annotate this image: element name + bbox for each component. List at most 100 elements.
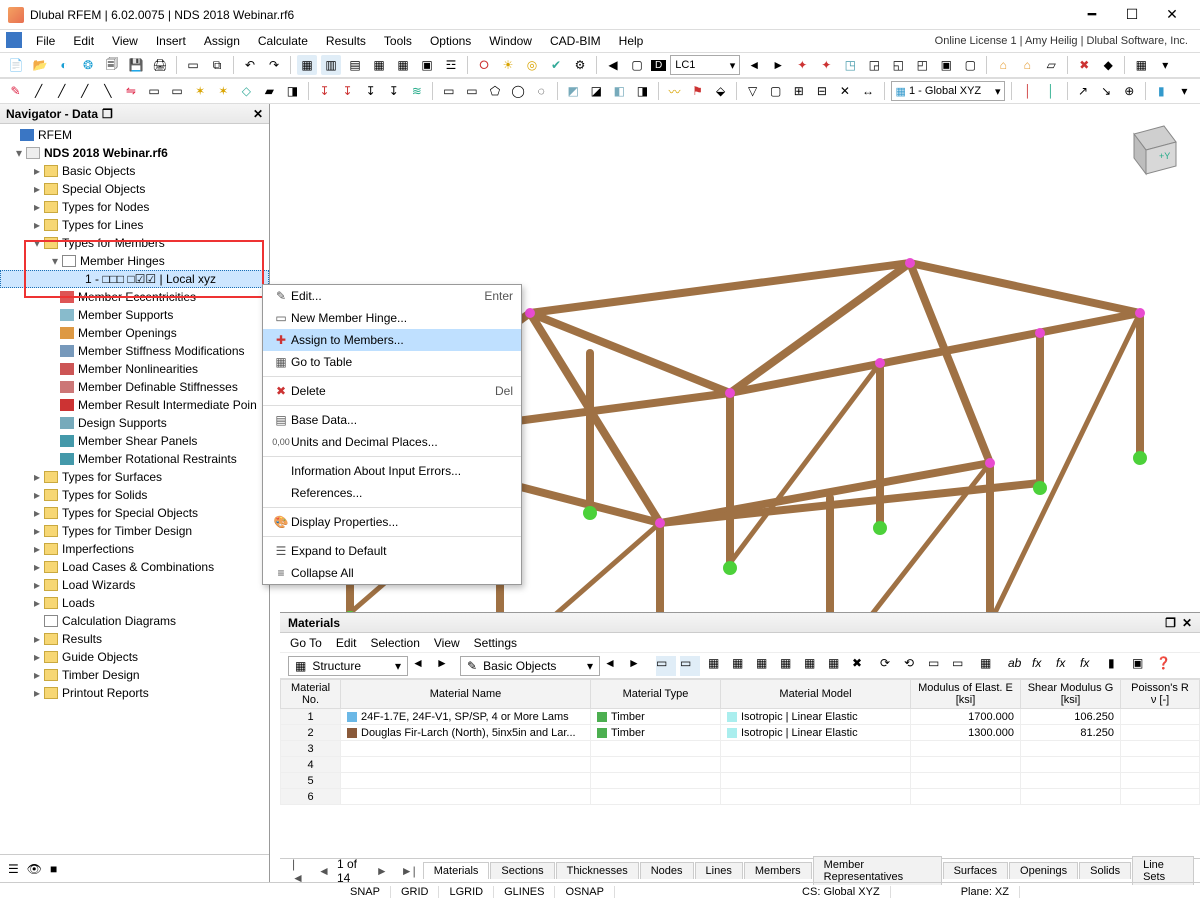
- tool-k-icon[interactable]: ▭: [952, 656, 972, 676]
- line4-icon[interactable]: ╲: [98, 81, 117, 101]
- line-icon[interactable]: ╱: [29, 81, 48, 101]
- dim-icon[interactable]: ↔: [859, 81, 878, 101]
- load-d-icon[interactable]: ↧: [384, 81, 403, 101]
- frame-a-icon[interactable]: ⌂: [993, 55, 1013, 75]
- gem-icon[interactable]: ◇: [237, 81, 256, 101]
- sel-poly-icon[interactable]: ⬠: [485, 81, 504, 101]
- extra-a-icon[interactable]: ▦: [1131, 55, 1151, 75]
- tree-folder[interactable]: ▸Guide Objects: [0, 648, 269, 666]
- nav-view-icon[interactable]: 👁: [27, 862, 42, 876]
- tree-folder[interactable]: ▸Printout Reports: [0, 684, 269, 702]
- tree-folder[interactable]: ▸Load Wizards: [0, 576, 269, 594]
- tab-lines[interactable]: Lines: [695, 862, 743, 879]
- tab-surfaces[interactable]: Surfaces: [943, 862, 1008, 879]
- grid2-icon[interactable]: ⊞: [789, 81, 808, 101]
- cm-goto-table[interactable]: ▦Go to Table: [263, 351, 521, 373]
- tree-folder[interactable]: ▸Types for Nodes: [0, 198, 269, 216]
- col-head-nu[interactable]: Poisson's R ν [-]: [1131, 682, 1189, 706]
- col-head-name[interactable]: Material Name: [430, 688, 502, 700]
- new-icon[interactable]: 📄: [6, 55, 26, 75]
- cube-d-icon[interactable]: ◰: [912, 55, 932, 75]
- tools-icon[interactable]: ⚙: [570, 55, 590, 75]
- tree-folder[interactable]: ▸Types for Surfaces: [0, 468, 269, 486]
- bp-menu-goto[interactable]: Go To: [290, 636, 322, 650]
- sel-circ-icon[interactable]: ◯: [509, 81, 528, 101]
- menu-help[interactable]: Help: [611, 32, 652, 50]
- tool-h-icon[interactable]: ⟳: [880, 656, 900, 676]
- tree-child[interactable]: Member Openings: [0, 324, 269, 342]
- menu-assign[interactable]: Assign: [196, 32, 248, 50]
- shape-b-icon[interactable]: ▭: [168, 81, 187, 101]
- tree-folder[interactable]: ▸Loads: [0, 594, 269, 612]
- flag-icon[interactable]: ⭘: [474, 55, 494, 75]
- lc-next-icon[interactable]: ►: [768, 55, 788, 75]
- status-snap[interactable]: SNAP: [340, 886, 391, 898]
- tool-i-icon[interactable]: ⟲: [904, 656, 924, 676]
- cube-e-icon[interactable]: ▣: [936, 55, 956, 75]
- fn-fx-icon[interactable]: fx: [1032, 656, 1052, 676]
- panel-restore-icon[interactable]: ❐: [1165, 616, 1176, 630]
- col-head-E[interactable]: Modulus of Elast. E [ksi]: [918, 682, 1013, 706]
- table-row[interactable]: 5: [281, 773, 1200, 789]
- menu-edit[interactable]: Edit: [65, 32, 102, 50]
- surf-icon[interactable]: ▰: [260, 81, 279, 101]
- tree-folder[interactable]: ▸Types for Timber Design: [0, 522, 269, 540]
- grid3-icon[interactable]: ⊟: [812, 81, 831, 101]
- axis-y-icon[interactable]: │: [1042, 81, 1061, 101]
- tool-b-icon[interactable]: ▦: [732, 656, 752, 676]
- tree-child[interactable]: Member Supports: [0, 306, 269, 324]
- tree-child[interactable]: Design Supports: [0, 414, 269, 432]
- materials-table[interactable]: Material No. Material Name Material Type…: [280, 679, 1200, 805]
- target-icon[interactable]: ◎: [522, 55, 542, 75]
- tab-linesets[interactable]: Line Sets: [1132, 856, 1194, 885]
- cs-a-icon[interactable]: ↗: [1074, 81, 1093, 101]
- cm-base-data[interactable]: ▤Base Data...: [263, 409, 521, 431]
- bp-menu-selection[interactable]: Selection: [371, 636, 420, 650]
- cm-references[interactable]: References...: [263, 482, 521, 504]
- save-icon[interactable]: 💾: [126, 55, 146, 75]
- table-row[interactable]: 3: [281, 741, 1200, 757]
- menu-insert[interactable]: Insert: [148, 32, 194, 50]
- cm-display-props[interactable]: 🎨Display Properties...: [263, 511, 521, 533]
- cm-input-errors[interactable]: Information About Input Errors...: [263, 460, 521, 482]
- tab-thicknesses[interactable]: Thicknesses: [556, 862, 639, 879]
- tool-l-icon[interactable]: ▦: [980, 656, 1000, 676]
- cm-delete[interactable]: ✖DeleteDel: [263, 380, 521, 402]
- status-grid[interactable]: GRID: [391, 886, 440, 898]
- view-1-icon[interactable]: ▦: [297, 55, 317, 75]
- tool-a-icon[interactable]: ▦: [708, 656, 728, 676]
- tree-folder[interactable]: ▸Imperfections: [0, 540, 269, 558]
- cancel-icon[interactable]: ✖: [1074, 55, 1094, 75]
- solid-icon[interactable]: ◨: [283, 81, 302, 101]
- cm-edit[interactable]: ✎Edit...Enter: [263, 285, 521, 307]
- grid-a-icon[interactable]: ▦: [369, 55, 389, 75]
- nav-data-icon[interactable]: ☰: [8, 862, 19, 876]
- y-dir-icon[interactable]: ✦: [816, 55, 836, 75]
- color-icon[interactable]: ▮: [1108, 656, 1128, 676]
- spring-icon[interactable]: ≋: [407, 81, 426, 101]
- tab-materials[interactable]: Materials: [423, 862, 490, 879]
- cube-c-icon[interactable]: ◱: [888, 55, 908, 75]
- tool-g-icon[interactable]: ✖: [852, 656, 872, 676]
- menu-results[interactable]: Results: [318, 32, 374, 50]
- lc-combo[interactable]: LC1▾: [670, 55, 740, 75]
- nav-prev2-icon[interactable]: ◄: [604, 656, 624, 676]
- tree-member-hinges[interactable]: ▾Member Hinges: [0, 252, 269, 270]
- lc-prev2-icon[interactable]: ◄: [744, 55, 764, 75]
- cube-a-icon[interactable]: ◳: [840, 55, 860, 75]
- tab-nodes[interactable]: Nodes: [640, 862, 694, 879]
- structure-combo[interactable]: ▦ Structure▾: [288, 656, 408, 676]
- fn-fx3-icon[interactable]: fx: [1080, 656, 1100, 676]
- col-head-G[interactable]: Shear Modulus G [ksi]: [1028, 682, 1114, 706]
- chevron-down-2-icon[interactable]: ▾: [1175, 81, 1194, 101]
- tree-root[interactable]: RFEM: [0, 126, 269, 144]
- help-icon[interactable]: ❓: [1156, 656, 1176, 676]
- axes-icon[interactable]: ✕: [835, 81, 854, 101]
- tree-child[interactable]: Member Shear Panels: [0, 432, 269, 450]
- tree-folder[interactable]: ▸Results: [0, 630, 269, 648]
- tree-folder[interactable]: ▸Types for Solids: [0, 486, 269, 504]
- menu-tools[interactable]: Tools: [376, 32, 420, 50]
- tool-f-icon[interactable]: ▦: [828, 656, 848, 676]
- load-c-icon[interactable]: ↧: [361, 81, 380, 101]
- check-icon[interactable]: ✔: [546, 55, 566, 75]
